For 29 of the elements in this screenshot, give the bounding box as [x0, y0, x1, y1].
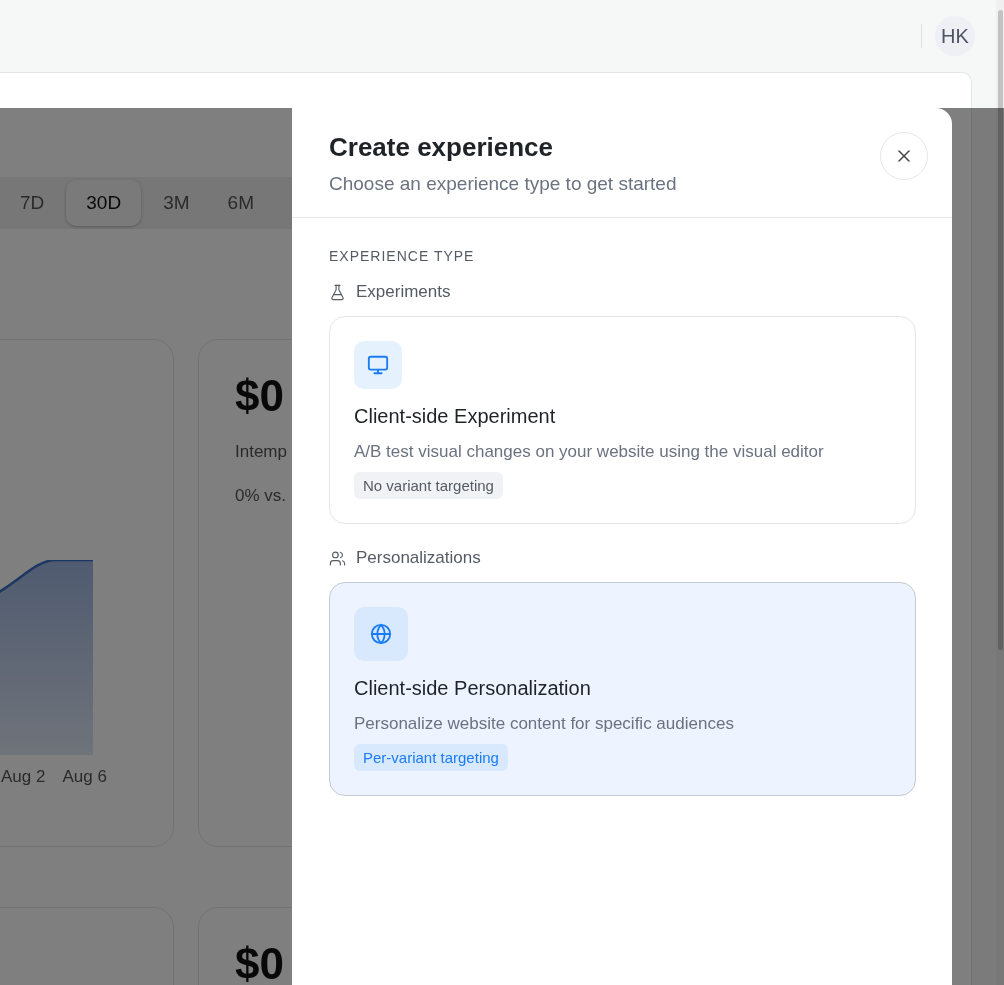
metric-value: $0 — [235, 374, 284, 418]
option-title: Client-side Personalization — [354, 677, 591, 700]
globe-icon — [370, 623, 392, 645]
targeting-tag: Per-variant targeting — [354, 744, 508, 771]
people-icon — [329, 549, 346, 567]
targeting-tag: No variant targeting — [354, 472, 503, 499]
monitor-icon — [367, 354, 389, 376]
group-label: Personalizations — [356, 548, 481, 568]
option-description: A/B test visual changes on your website using the visual editor — [354, 442, 824, 462]
section-label: EXPERIENCE TYPE — [329, 248, 476, 264]
option-title: Client-side Experiment — [354, 405, 556, 428]
range-tab[interactable]: 7D — [4, 180, 61, 226]
metric-value: $0 — [235, 942, 284, 985]
flask-icon — [329, 283, 346, 301]
dialog-title: Create experience — [329, 132, 555, 163]
close-button[interactable] — [880, 132, 928, 180]
metric-change: 0% vs. — [235, 486, 287, 506]
axis-label: Aug 6 — [62, 767, 107, 787]
dialog-subtitle: Choose an experience type to get started — [329, 173, 677, 195]
range-tab[interactable]: 3M — [147, 180, 206, 226]
group-label: Experiments — [356, 282, 451, 302]
experience-option[interactable]: Client-side Experiment A/B test visual changes on your website using the visual editor No variant targeting — [329, 316, 916, 524]
experience-option[interactable]: Client-side Personalization Personalize website content for specific audiences Per-variant targeting — [329, 582, 916, 796]
axis-label: Aug 2 — [1, 767, 46, 787]
range-tab[interactable]: 6M — [211, 180, 270, 226]
user-avatar[interactable]: HK — [935, 16, 975, 56]
option-description: Personalize website content for specific audiences — [354, 714, 734, 734]
range-tab[interactable]: 30D — [66, 180, 142, 226]
metric-label: Intemp — [235, 442, 287, 462]
